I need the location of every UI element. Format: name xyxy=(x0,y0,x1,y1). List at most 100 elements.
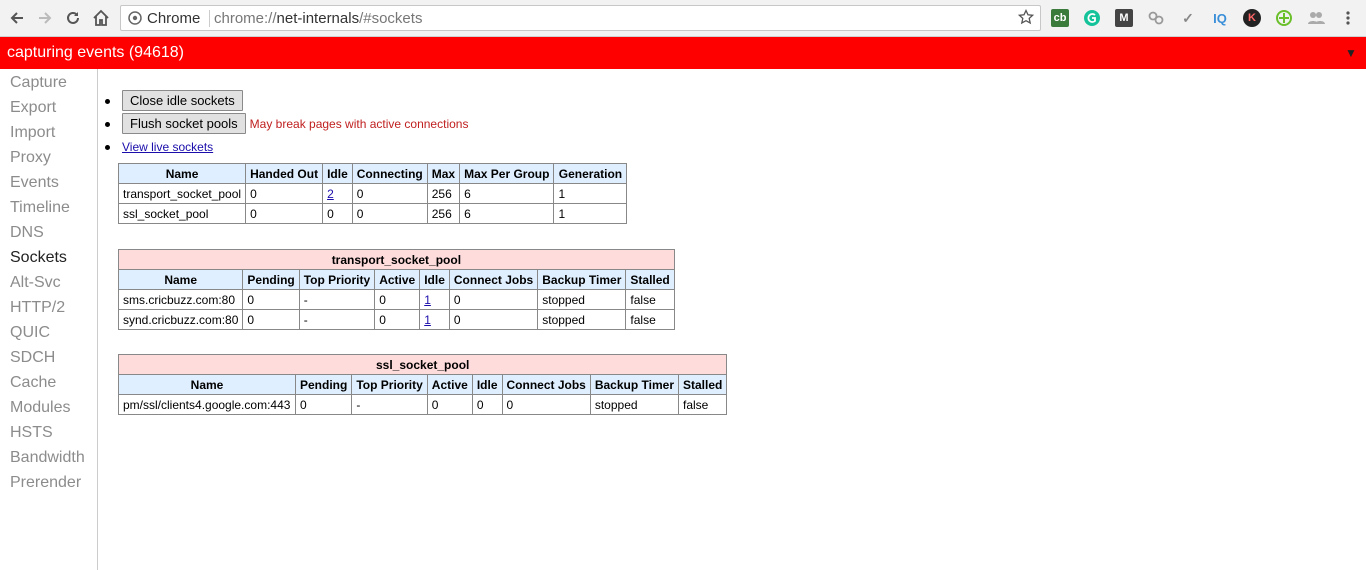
table-cell: 1 xyxy=(419,309,450,330)
flush-warning-text: May break pages with active connections xyxy=(249,116,469,131)
table-cell: 6 xyxy=(459,183,555,204)
table-cell: synd.cricbuzz.com:80 xyxy=(117,309,244,330)
status-dropdown-icon[interactable]: ▼ xyxy=(1345,46,1357,60)
table-cell: 0 xyxy=(374,289,421,310)
table-caption: transport_socket_pool xyxy=(118,249,675,270)
table-cell: 0 xyxy=(322,203,353,224)
close-idle-sockets-button[interactable]: Close idle sockets xyxy=(122,90,243,111)
capture-status-text: capturing events (94618) xyxy=(7,44,184,61)
iq-icon[interactable]: IQ xyxy=(1211,9,1229,27)
browser-toolbar: Chrome chrome://net-internals/#sockets c… xyxy=(0,0,1366,37)
chrome-menu-icon[interactable] xyxy=(1339,9,1357,27)
people-icon[interactable] xyxy=(1307,9,1325,27)
table-caption: ssl_socket_pool xyxy=(117,354,728,375)
sidebar-item-alt-svc[interactable]: Alt-Svc xyxy=(10,274,61,292)
sidebar-item-import[interactable]: Import xyxy=(10,124,55,142)
table-cell: ssl_socket_pool xyxy=(117,203,247,224)
idle-count-link[interactable]: 1 xyxy=(424,293,431,307)
k-icon[interactable]: K xyxy=(1243,9,1261,27)
table-cell: 0 xyxy=(374,309,421,330)
column-header: Active xyxy=(374,269,421,290)
address-bar[interactable]: Chrome chrome://net-internals/#sockets xyxy=(120,5,1041,31)
table-cell: - xyxy=(298,289,376,310)
column-header: Top Priority xyxy=(351,374,428,395)
table-cell: 0 xyxy=(242,289,300,310)
table-cell: 0 xyxy=(245,203,324,224)
idle-count-link[interactable]: 1 xyxy=(424,313,431,327)
sidebar-item-sockets[interactable]: Sockets xyxy=(10,249,67,267)
column-header: Stalled xyxy=(677,374,728,395)
column-header: Backup Timer xyxy=(589,374,680,395)
gmail-m-icon[interactable]: M xyxy=(1115,9,1133,27)
column-header: Name xyxy=(118,374,296,395)
sidebar-item-sdch[interactable]: SDCH xyxy=(10,349,55,367)
table-cell: false xyxy=(625,309,675,330)
column-header: Idle xyxy=(471,374,503,395)
table-cell: 0 xyxy=(242,309,300,330)
table-cell: 0 xyxy=(448,289,539,310)
list-item: Close idle sockets xyxy=(104,89,468,112)
flush-socket-pools-button[interactable]: Flush socket pools xyxy=(122,113,246,134)
table-cell: pm/ssl/clients4.google.com:443 xyxy=(118,394,296,415)
table-cell: false xyxy=(677,394,728,415)
chrome-page-icon xyxy=(128,11,142,30)
link-chain-icon[interactable] xyxy=(1147,9,1165,27)
view-live-sockets-link[interactable]: View live sockets xyxy=(122,140,213,154)
table-cell: 0 xyxy=(294,394,353,415)
back-arrow-icon[interactable] xyxy=(6,7,28,29)
column-header: Active xyxy=(426,374,473,395)
table-cell: 0 xyxy=(471,394,503,415)
sidebar-item-quic[interactable]: QUIC xyxy=(10,324,50,342)
table-row: pm/ssl/clients4.google.com:443 0 - 0 0 0… xyxy=(118,394,728,415)
sidebar-item-events[interactable]: Events xyxy=(10,174,59,192)
ssl-socket-pool-table: ssl_socket_pool Name Pending Top Priorit… xyxy=(117,354,728,415)
table-row: transport_socket_pool 0 2 0 256 6 1 xyxy=(117,183,628,204)
crosshair-plus-icon[interactable] xyxy=(1275,9,1293,27)
idle-count-link[interactable]: 2 xyxy=(327,187,334,201)
url-text[interactable]: chrome://net-internals/#sockets xyxy=(214,10,422,27)
column-header: Handed Out xyxy=(245,163,324,184)
table-cell: 0 xyxy=(448,309,539,330)
table-row: sms.cricbuzz.com:80 0 - 0 1 0 stopped fa… xyxy=(117,289,675,310)
table-cell: 256 xyxy=(426,183,461,204)
table-cell: stopped xyxy=(537,309,627,330)
table-header-row: Name Pending Top Priority Active Idle Co… xyxy=(117,269,675,290)
column-header: Idle xyxy=(419,269,450,290)
home-icon[interactable] xyxy=(90,7,112,29)
table-cell: 1 xyxy=(419,289,450,310)
table-cell: 1 xyxy=(553,203,628,224)
sidebar-item-hsts[interactable]: HSTS xyxy=(10,424,53,442)
reload-icon[interactable] xyxy=(62,7,84,29)
table-cell: 1 xyxy=(553,183,628,204)
table-row: synd.cricbuzz.com:80 0 - 0 1 0 stopped f… xyxy=(117,309,675,330)
transport-socket-pool-table: transport_socket_pool Name Pending Top P… xyxy=(117,249,675,330)
url-path: /#sockets xyxy=(359,10,423,27)
sidebar-item-export[interactable]: Export xyxy=(10,99,56,117)
sidebar: Capture Export Import Proxy Events Timel… xyxy=(0,69,98,570)
grammarly-icon[interactable] xyxy=(1083,9,1101,27)
clipboard-extension-icon[interactable]: cb xyxy=(1051,9,1069,27)
checkmark-icon[interactable]: ✓ xyxy=(1179,9,1197,27)
table-cell: 2 xyxy=(322,183,353,204)
sidebar-item-proxy[interactable]: Proxy xyxy=(10,149,51,167)
table-cell: 256 xyxy=(426,203,461,224)
socket-pools-summary-table: Name Handed Out Idle Connecting Max Max … xyxy=(117,163,628,224)
column-header: Max xyxy=(426,163,461,184)
sidebar-item-bandwidth[interactable]: Bandwidth xyxy=(10,449,85,467)
sidebar-item-prerender[interactable]: Prerender xyxy=(10,474,81,492)
bookmark-star-icon[interactable] xyxy=(1017,8,1035,30)
sidebar-item-modules[interactable]: Modules xyxy=(10,399,70,417)
table-cell: 0 xyxy=(351,203,428,224)
table-caption-row: transport_socket_pool xyxy=(118,249,675,270)
table-cell: stopped xyxy=(537,289,627,310)
column-header: Backup Timer xyxy=(537,269,627,290)
url-prefix: chrome:// xyxy=(214,10,277,27)
sidebar-item-capture[interactable]: Capture xyxy=(10,74,67,92)
column-header: Stalled xyxy=(625,269,675,290)
sidebar-item-timeline[interactable]: Timeline xyxy=(10,199,70,217)
table-cell: transport_socket_pool xyxy=(117,183,247,204)
sidebar-item-cache[interactable]: Cache xyxy=(10,374,56,392)
forward-arrow-icon[interactable] xyxy=(34,7,56,29)
sidebar-item-dns[interactable]: DNS xyxy=(10,224,44,242)
sidebar-item-http2[interactable]: HTTP/2 xyxy=(10,299,65,317)
